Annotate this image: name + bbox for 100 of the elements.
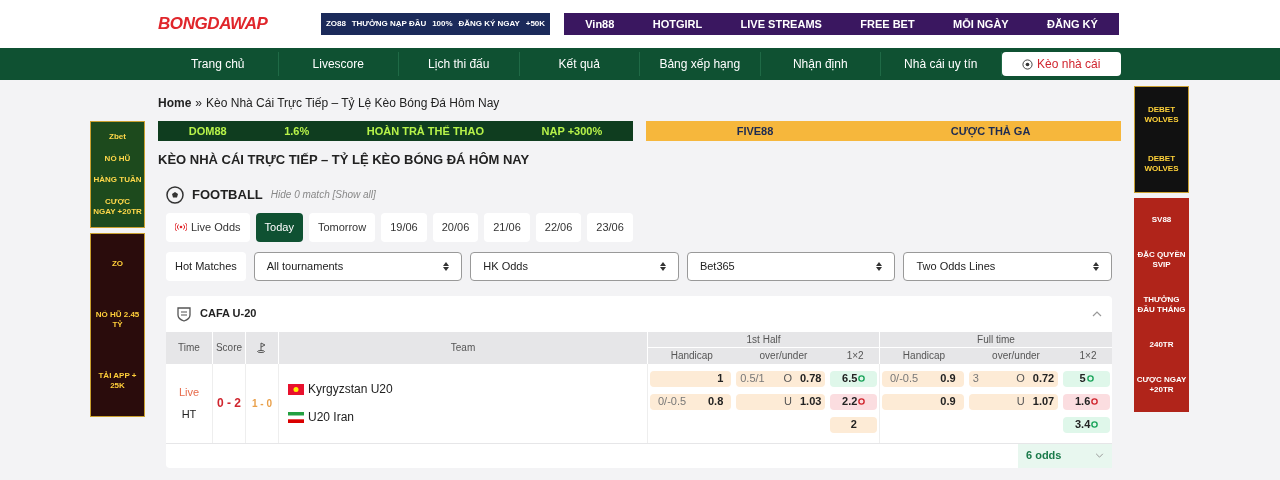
sort-arrows-icon xyxy=(876,261,883,271)
filter-select[interactable]: Bet365 xyxy=(686,251,896,281)
odds-cell[interactable]: 0.5/1 O 0.78 xyxy=(736,370,826,387)
nav-link[interactable]: Nhận định xyxy=(760,52,881,76)
ad-text: 100% xyxy=(432,20,453,28)
odds-cell[interactable]: 1 xyxy=(650,370,732,387)
ad-banner[interactable]: ZO NỔ HŨ 2.45 TỶ TẢI APP + 25K xyxy=(90,233,145,417)
match-score: 0 - 2 xyxy=(217,395,241,412)
nav-link[interactable]: Lịch thi đấu xyxy=(399,52,520,76)
ad-banner[interactable]: DOM88 1.6% HOÀN TRẢ THỂ THAO NẠP +300% xyxy=(158,121,633,141)
ad-text: NỔ HŨ xyxy=(104,153,131,164)
sort-arrows-icon xyxy=(1093,261,1099,271)
ad-text: NẠP +300% xyxy=(541,125,603,137)
filter-select[interactable]: Two Odds Lines xyxy=(903,251,1112,281)
nav-link[interactable]: Nhà cái uy tín xyxy=(881,52,1002,76)
ad-banner[interactable]: DEBET WOLVES DEBET WOLVES xyxy=(1134,86,1189,193)
ad-text: FIVE88 xyxy=(736,125,774,137)
site-logo[interactable]: BONGDAWAP xyxy=(158,11,295,37)
date-tab[interactable]: Tomorrow xyxy=(308,212,376,242)
ad-text: THƯỞNG NẠP ĐẦU xyxy=(351,20,427,28)
odds-cell[interactable]: U 1.03 xyxy=(736,393,826,410)
ad-banner[interactable]: FIVE88 CƯỢC THẢ GA xyxy=(646,121,1121,141)
column-header: Handicap xyxy=(669,348,714,363)
match-status: Live xyxy=(178,385,200,400)
ad-text: MỖI NGÀY xyxy=(953,18,1009,30)
date-tab[interactable]: Today xyxy=(255,212,303,242)
ad-text: Zbet xyxy=(109,131,126,142)
ad-text: CƯỢC NGAY +20TR xyxy=(93,197,142,218)
date-tab[interactable]: 22/06 xyxy=(535,212,582,242)
odds-cell[interactable]: 6.5 xyxy=(830,370,877,387)
column-header: over/under xyxy=(991,348,1041,363)
odds-cell[interactable]: 3 O 0.72 xyxy=(968,370,1059,387)
odds-cell[interactable]: 1.6 xyxy=(1063,393,1110,410)
more-odds-button[interactable]: 6 odds xyxy=(1018,443,1112,468)
flag-icon xyxy=(288,411,304,423)
ad-text: FREE BET xyxy=(860,18,915,30)
chevron-icon[interactable] xyxy=(1092,310,1102,317)
nav-link[interactable]: Livescore xyxy=(278,52,399,76)
ad-text: ĐĂNG KÝ xyxy=(1047,18,1098,30)
ad-text: NỔ HŨ 2.45 TỶ xyxy=(94,310,141,330)
team-name[interactable]: Kyrgyzstan U20 xyxy=(308,380,393,398)
ad-text: +50K xyxy=(525,20,546,28)
odds-cell[interactable]: 0/-0.5 0.8 xyxy=(650,393,732,410)
column-header: Handicap xyxy=(901,348,947,363)
date-tab[interactable]: 23/06 xyxy=(587,212,633,242)
nav-link[interactable]: Kết quả xyxy=(519,52,640,76)
ad-text: HOTGIRL xyxy=(652,18,703,30)
odds-cell[interactable]: 2.2 xyxy=(830,393,877,410)
ad-text: CƯỢC THẢ GA xyxy=(950,125,1031,137)
ad-text: ĐĂNG KÝ NGAY xyxy=(458,20,520,28)
half-time-score: 1 - 0 xyxy=(252,396,272,411)
league-badge-icon xyxy=(176,305,192,322)
odds-cell[interactable]: 5 xyxy=(1063,370,1110,387)
ad-banner[interactable]: Vin88 HOTGIRL LIVE STREAMS FREE BET MỖI NGÀY ĐĂNG KÝ xyxy=(564,13,1119,35)
sport-title: FOOTBALL xyxy=(192,185,263,204)
date-tab[interactable]: Live Odds xyxy=(166,212,250,242)
sort-arrows-icon xyxy=(659,261,666,271)
ad-text: SV88 xyxy=(1151,214,1172,225)
column-header: 1×2 xyxy=(1078,348,1098,363)
column-header: 1×2 xyxy=(845,348,865,363)
filter-select[interactable]: All tournaments xyxy=(253,251,463,281)
ad-text: TẢI APP + 25K xyxy=(97,371,138,392)
ad-banner[interactable]: SV88 ĐẶC QUYỀN SVIP THƯỞNG ĐẦU THÁNG 240TR CƯỢC NGAY +20TR xyxy=(1134,198,1189,412)
date-tab[interactable]: 20/06 xyxy=(432,212,479,242)
odds-cell[interactable]: 2 xyxy=(830,416,877,433)
column-header: Score xyxy=(213,331,246,364)
team-name[interactable]: U20 Iran xyxy=(308,408,355,426)
ad-text: 240TR xyxy=(1149,340,1174,351)
column-header: Team xyxy=(279,331,648,364)
odds-cell[interactable]: 0.9 xyxy=(882,393,964,410)
ad-text: ĐẶC QUYỀN SVIP xyxy=(1136,249,1187,270)
football-icon xyxy=(166,185,184,204)
ad-text: ZO xyxy=(111,258,124,269)
nav-link[interactable]: Kèo nhà cái xyxy=(1001,52,1121,76)
column-header: Time xyxy=(166,331,213,364)
ad-text: HOÀN TRẢ THỂ THAO xyxy=(366,125,485,137)
column-header: Full time xyxy=(880,331,1112,348)
breadcrumb-link[interactable]: Home xyxy=(158,94,192,112)
ad-text: CƯỢC NGAY +20TR xyxy=(1136,375,1187,396)
ad-text: DOM88 xyxy=(188,125,227,137)
ad-text: THƯỞNG ĐẦU THÁNG xyxy=(1136,294,1187,315)
sort-arrows-icon xyxy=(443,261,450,271)
nav-link[interactable]: Trang chủ xyxy=(158,52,279,76)
column-header: 1st Half xyxy=(648,331,879,348)
nav-link[interactable]: Bảng xếp hạng xyxy=(640,52,761,76)
odds-cell[interactable]: 0/-0.5 0.9 xyxy=(882,370,964,387)
ball-icon xyxy=(1022,58,1034,70)
date-tab[interactable]: 21/06 xyxy=(484,212,530,242)
date-tab[interactable]: 19/06 xyxy=(381,212,427,242)
match-period: HT xyxy=(181,406,197,422)
live-signal-icon xyxy=(175,222,187,232)
ad-banner[interactable]: Zbet NỔ HŨ HÀNG TUẦN CƯỢC NGAY +20TR xyxy=(90,121,145,228)
filter-select[interactable]: HK Odds xyxy=(470,251,679,281)
ad-banner[interactable]: ZO88 THƯỞNG NẠP ĐẦU 100% ĐĂNG KÝ NGAY +50K xyxy=(321,13,550,35)
corner-flag-icon xyxy=(257,342,267,353)
odds-cell[interactable]: 3.4 xyxy=(1063,416,1110,433)
odds-cell[interactable]: U 1.07 xyxy=(968,393,1059,410)
breadcrumb-current: Kèo Nhà Cái Trực Tiếp – Tỷ Lệ Kèo Bóng Đá Hôm Nay xyxy=(206,95,500,112)
ad-text: DEBET WOLVES xyxy=(1143,153,1180,174)
hot-matches-button[interactable]: Hot Matches xyxy=(166,251,246,281)
